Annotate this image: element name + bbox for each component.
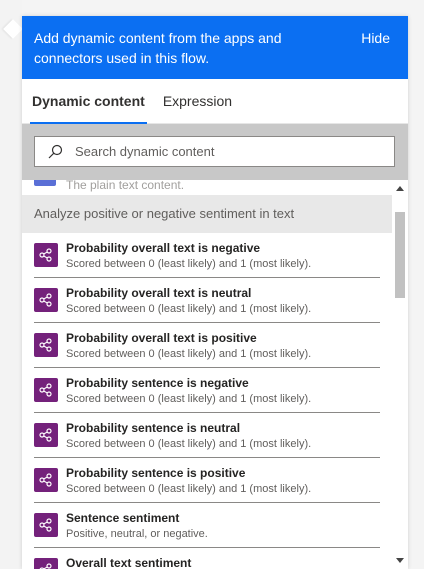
callout-pointer xyxy=(3,19,23,39)
list-item-text: Probability sentence is negative Scored b… xyxy=(66,376,311,407)
list-item[interactable]: Probability sentence is neutral Scored be… xyxy=(34,413,380,458)
text-icon xyxy=(34,180,56,186)
list-item-text: Probability sentence is positive Scored b… xyxy=(66,466,311,497)
list-item[interactable]: Probability overall text is positive Scor… xyxy=(34,323,380,368)
tab-expression[interactable]: Expression xyxy=(163,79,242,123)
scrollbar[interactable] xyxy=(392,180,408,569)
dynamic-content-panel: Add dynamic content from the apps and co… xyxy=(22,16,408,569)
ai-builder-icon xyxy=(34,513,58,537)
banner-text: Add dynamic content from the apps and co… xyxy=(34,30,282,66)
info-banner: Add dynamic content from the apps and co… xyxy=(22,16,408,79)
ai-builder-icon xyxy=(34,243,58,267)
list-item[interactable]: Overall text sentiment xyxy=(34,548,380,569)
list-item[interactable]: Probability sentence is negative Scored b… xyxy=(34,368,380,413)
list-item-desc: Scored between 0 (least likely) and 1 (m… xyxy=(66,303,312,315)
list-item[interactable]: Sentence sentiment Positive, neutral, or … xyxy=(34,503,380,548)
list-item-title: Overall text sentiment xyxy=(66,556,192,569)
list-item-text: Overall text sentiment xyxy=(66,556,191,569)
list-item-desc: Positive, neutral, or negative. xyxy=(66,528,208,540)
list-item-desc: Scored between 0 (least likely) and 1 (m… xyxy=(66,393,312,405)
scroll-up-arrow-icon[interactable] xyxy=(396,186,404,191)
list-item-partial[interactable]: The plain text content. xyxy=(22,180,392,194)
list-item-text: Probability overall text is positive Scor… xyxy=(66,331,311,362)
list-item[interactable]: Probability overall text is negative Scor… xyxy=(34,233,380,278)
list-item-text: Probability overall text is neutral Score… xyxy=(66,286,311,317)
search-area xyxy=(22,124,408,180)
tab-dynamic-content[interactable]: Dynamic content xyxy=(30,79,147,124)
tab-bar: Dynamic content Expression xyxy=(22,79,408,124)
ai-builder-icon xyxy=(34,378,58,402)
scroll-thumb[interactable] xyxy=(395,212,405,298)
list-item-title: Probability overall text is positive xyxy=(66,331,257,345)
list-item-title: Probability sentence is negative xyxy=(66,376,249,390)
list-item[interactable]: Probability sentence is positive Scored b… xyxy=(34,458,380,503)
scroll-down-arrow-icon[interactable] xyxy=(396,558,404,563)
ai-builder-icon xyxy=(34,468,58,492)
list-item-title: Probability overall text is neutral xyxy=(66,286,252,300)
list-item-title: Probability sentence is neutral xyxy=(66,421,241,435)
list-item-desc: Scored between 0 (least likely) and 1 (m… xyxy=(66,438,312,450)
section-header: Analyze positive or negative sentiment i… xyxy=(22,195,392,233)
list-item[interactable]: Probability overall text is neutral Score… xyxy=(34,278,380,323)
background-strip xyxy=(0,0,23,569)
list-item-desc: Scored between 0 (least likely) and 1 (m… xyxy=(66,258,312,270)
ai-builder-icon xyxy=(34,558,58,569)
dynamic-content-list: The plain text content. Analyze positive… xyxy=(22,180,408,569)
list-item-text: Probability sentence is neutral Scored be… xyxy=(66,421,311,452)
list-item-text: Sentence sentiment Positive, neutral, or … xyxy=(66,511,208,542)
hide-button[interactable]: Hide xyxy=(361,30,390,46)
ai-builder-icon xyxy=(34,288,58,312)
search-icon xyxy=(48,144,63,158)
list-item-title: Probability overall text is negative xyxy=(66,241,261,255)
list-item-text: Probability overall text is negative Scor… xyxy=(66,241,311,272)
list-item-desc: The plain text content. xyxy=(66,180,185,192)
list-item-title: Probability sentence is positive xyxy=(66,466,246,480)
list-item-desc: Scored between 0 (least likely) and 1 (m… xyxy=(66,483,312,495)
ai-builder-icon xyxy=(34,333,58,357)
list-item-desc: Scored between 0 (least likely) and 1 (m… xyxy=(66,348,312,360)
ai-builder-icon xyxy=(34,423,58,447)
search-input[interactable] xyxy=(75,144,375,159)
list-items: Probability overall text is negative Scor… xyxy=(22,233,392,569)
list-item-title: Sentence sentiment xyxy=(66,511,180,525)
search-box[interactable] xyxy=(34,136,395,167)
